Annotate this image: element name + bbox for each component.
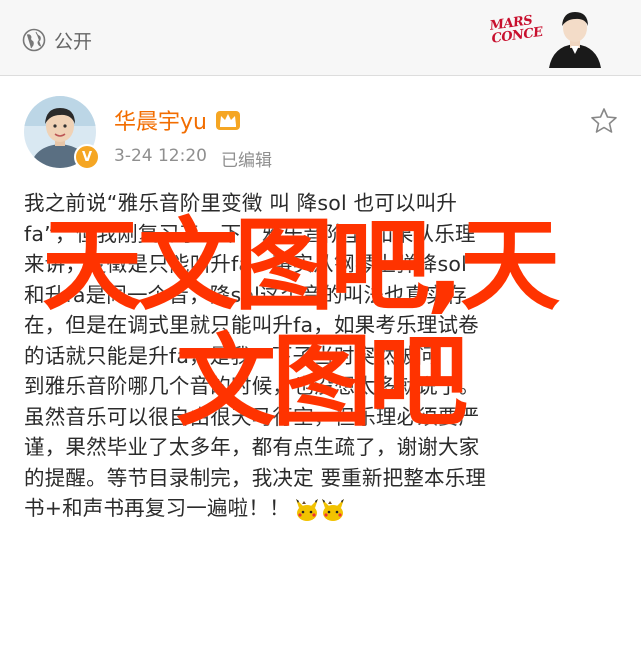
visibility-label: 公开	[54, 30, 93, 53]
star-icon[interactable]	[589, 106, 619, 136]
top-bar: 公开 MARS CONCERT	[0, 0, 641, 76]
post-meta: 3-24 12:20 已编辑	[114, 146, 272, 171]
crown-badge-icon[interactable]	[215, 108, 241, 132]
post-line: 虽然音乐可以很自由很天马行空，但乐理必须要严	[24, 404, 480, 429]
post-last-line: 书+和声书再复习一遍啦！！	[24, 493, 624, 524]
post-line: 来讲，变徵是只能叫升fa，事实从钢琴上弹降sol	[24, 252, 467, 276]
post-line: 到雅乐音阶哪几个音的时候，也没想太多就说了。	[24, 374, 480, 398]
post-line: 和升fa是同一个音，降sol这个音的叫法也真实存	[24, 282, 467, 307]
edited-label[interactable]: 已编辑	[221, 146, 272, 171]
post-line: 书+和声书再复习一遍啦！！	[24, 496, 290, 520]
post-line: 我之前说“雅乐音阶里变徵 叫 降sol 也可以叫升	[24, 191, 458, 215]
avatar[interactable]: V	[24, 96, 100, 170]
username-row: 华晨宇yu	[114, 104, 241, 136]
post-line: 的提醒。等节目录制完，我决定 要重新把整本乐理	[24, 465, 487, 490]
username-link[interactable]: 华晨宇yu	[114, 104, 207, 136]
post-line: 在，但是在调式里就只能叫升fa，如果考乐理试卷	[24, 313, 479, 337]
globe-icon	[22, 28, 46, 52]
post-line: 谨，果然毕业了太多年，都有点生疏了，谢谢大家	[24, 435, 480, 459]
visibility-indicator[interactable]: 公开	[22, 26, 92, 54]
concert-banner[interactable]: MARS CONCERT	[489, 6, 607, 68]
verified-badge: V	[74, 144, 100, 170]
post-line: 的话就只能是升fa，是我一下子当时突然被问	[24, 343, 438, 368]
post-content: 我之前说“雅乐音阶里变徵 叫 降sol 也可以叫升 fa”，但我刚复习了一下，雅…	[24, 188, 624, 524]
post-header: V 华晨宇yu 3-24 12:20 已编辑	[0, 76, 641, 186]
post-timestamp: 3-24 12:20	[114, 146, 207, 166]
post-line: fa”，但我刚复习了一下，雅乐音阶里 如果从乐理	[24, 221, 476, 246]
banner-portrait-icon	[543, 6, 607, 68]
pikachu-emoji-icon	[294, 494, 346, 525]
